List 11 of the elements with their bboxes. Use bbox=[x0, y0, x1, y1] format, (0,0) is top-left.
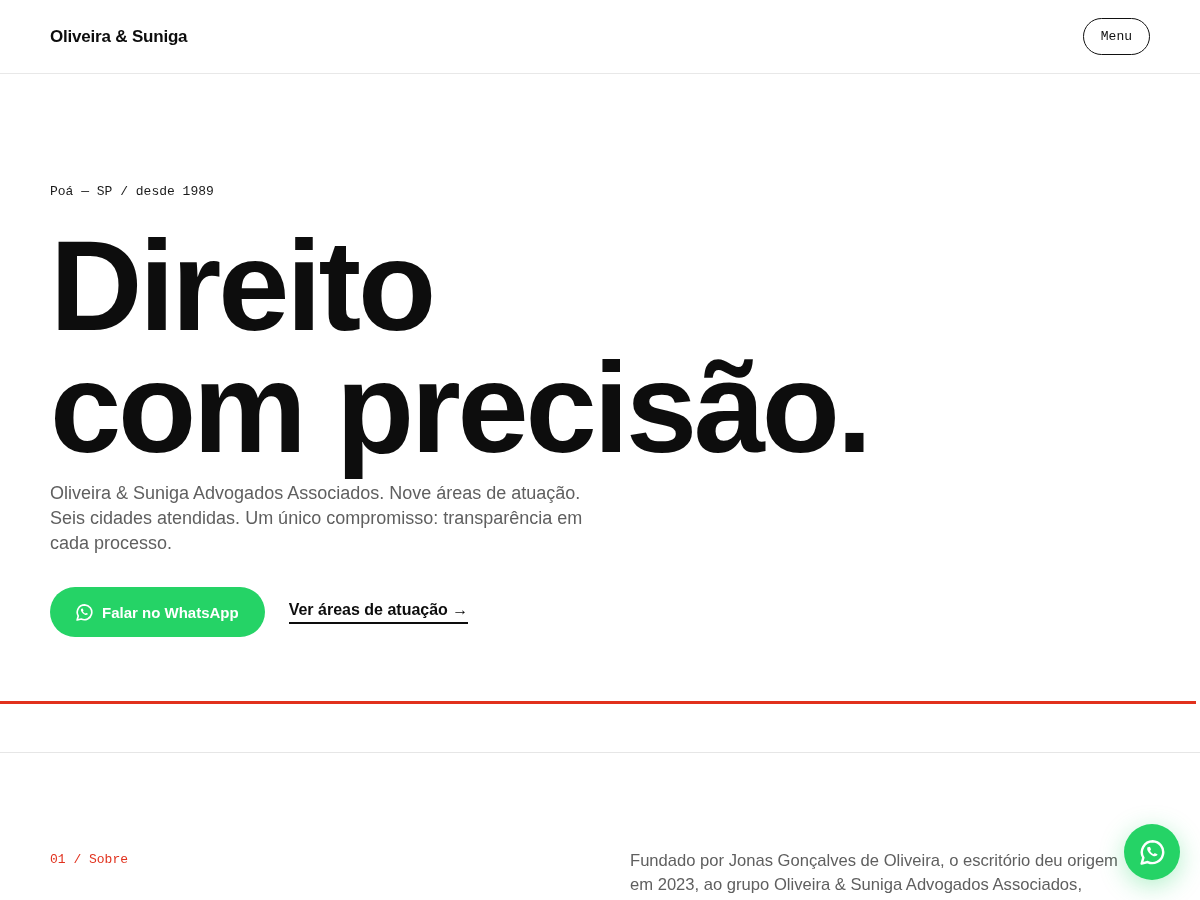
logo-link[interactable]: Oliveira & Suniga bbox=[50, 26, 188, 47]
chat-float-button[interactable] bbox=[1124, 824, 1180, 880]
phone-bubble-icon bbox=[76, 603, 93, 621]
about-paragraph: Fundado por Jonas Gonçalves de Oliveira, o escritório deu origem em 2023, ao grupo Oliveira & Suniga Advogados Associados, bbox=[630, 850, 1119, 896]
areas-link[interactable]: Ver áreas de atuação → bbox=[288, 600, 469, 624]
hero-heading: Direito com precisão. bbox=[50, 225, 870, 481]
location-eyebrow: Poá — SP / desde 1989 bbox=[50, 184, 215, 200]
menu-button[interactable]: Menu bbox=[1082, 18, 1150, 55]
section-label: 01 / Sobre bbox=[50, 852, 129, 868]
hero-description: Oliveira & Suniga Advogados Associados. Nove áreas de atuação. Seis cidades atendidas. Um único compromisso: transparência em cada processo. bbox=[50, 482, 584, 555]
phone-bubble-icon bbox=[1139, 839, 1165, 865]
